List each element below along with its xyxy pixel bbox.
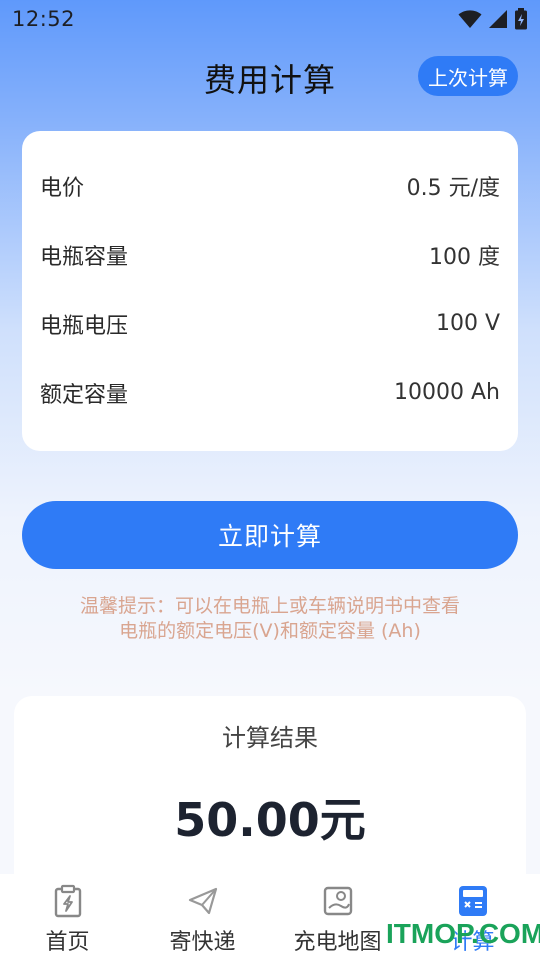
signal-icon xyxy=(489,10,507,28)
tab-charging-map[interactable]: 充电地图 xyxy=(270,874,405,960)
form-row-battery-capacity[interactable]: 电瓶容量 100 度 xyxy=(40,220,500,289)
tab-label: 首页 xyxy=(45,930,90,955)
last-calculation-button[interactable]: 上次计算 xyxy=(418,56,518,96)
result-title: 计算结果 xyxy=(222,724,318,752)
battery-capacity-field[interactable]: 100 度 xyxy=(429,239,500,271)
rated-capacity-field[interactable]: 10000 Ah xyxy=(394,380,500,405)
tab-express[interactable]: 寄快递 xyxy=(135,874,270,960)
tip-line-2: 电瓶的额定电压(V)和额定容量 (Ah) xyxy=(119,620,421,642)
battery-voltage-field[interactable]: 100 V xyxy=(436,311,500,336)
tip-line-1: 温馨提示：可以在电瓶上或车辆说明书中查看 xyxy=(79,595,460,617)
tab-label: 充电地图 xyxy=(293,930,382,955)
site-watermark: ITMOP.COM xyxy=(386,918,540,949)
status-time: 12:52 xyxy=(12,7,76,31)
electricity-price-field[interactable]: 0.5 元/度 xyxy=(407,170,500,202)
form-row-electricity-price[interactable]: 电价 0.5 元/度 xyxy=(40,151,500,220)
input-form-card: 电价 0.5 元/度 电瓶容量 100 度 电瓶电压 100 V 额定容量 10… xyxy=(22,131,518,451)
page-title: 费用计算 xyxy=(203,61,336,99)
map-icon xyxy=(323,886,352,916)
form-row-rated-capacity[interactable]: 额定容量 10000 Ah xyxy=(40,358,500,427)
status-icons xyxy=(458,8,528,30)
tip-text: 温馨提示：可以在电瓶上或车辆说明书中查看 电瓶的额定电压(V)和额定容量 (Ah… xyxy=(0,594,540,644)
result-value: 50.00元 xyxy=(174,793,366,847)
wifi-icon xyxy=(458,10,482,28)
clipboard-bolt-icon xyxy=(54,884,81,918)
tab-home[interactable]: 首页 xyxy=(0,874,135,960)
form-label: 电价 xyxy=(40,175,85,201)
battery-icon xyxy=(515,8,527,30)
form-label: 电瓶容量 xyxy=(40,244,129,270)
status-bar: 12:52 xyxy=(0,0,540,38)
tab-label: 寄快递 xyxy=(169,930,236,955)
form-label: 电瓶电压 xyxy=(40,313,129,339)
calculator-icon xyxy=(458,886,487,916)
paper-plane-icon xyxy=(188,887,217,915)
form-label: 额定容量 xyxy=(40,382,129,408)
result-card: 计算结果 50.00元 xyxy=(14,696,526,896)
calculate-button[interactable]: 立即计算 xyxy=(22,501,518,569)
header: 费用计算 上次计算 xyxy=(0,50,540,106)
form-row-battery-voltage[interactable]: 电瓶电压 100 V xyxy=(40,289,500,358)
